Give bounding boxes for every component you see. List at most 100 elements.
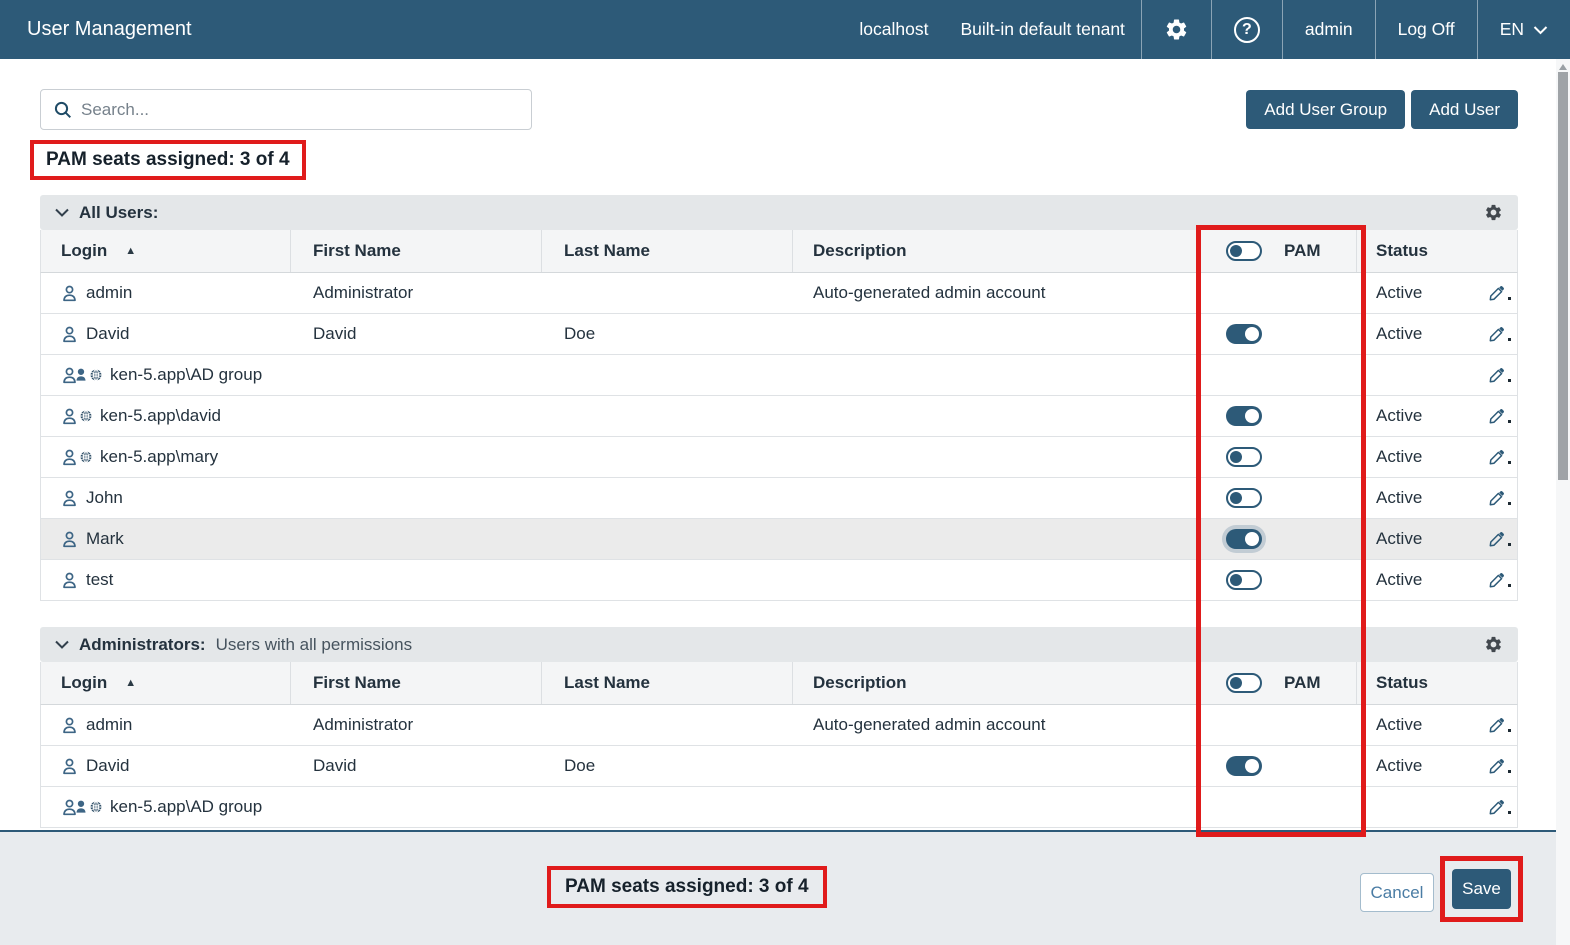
column-header-last-name[interactable]: Last Name — [542, 662, 793, 704]
column-header-description[interactable]: Description — [793, 662, 1199, 704]
section-settings-icon[interactable] — [1484, 635, 1503, 654]
user-icon — [61, 326, 78, 343]
pam-cell — [1199, 746, 1357, 786]
column-header-description[interactable]: Description — [793, 230, 1199, 272]
pam-cell — [1199, 478, 1357, 518]
edit-icon — [1489, 408, 1505, 424]
search-box — [40, 89, 532, 130]
table-row[interactable]: John Active — [40, 478, 1518, 519]
table-row[interactable]: ken-5.app\mary Active — [40, 437, 1518, 478]
pam-toggle[interactable] — [1226, 570, 1262, 590]
table-row[interactable]: ken-5.app\AD group — [40, 787, 1518, 828]
edit-dot — [1508, 338, 1511, 341]
settings-icon[interactable] — [1141, 0, 1211, 59]
user-icon — [61, 490, 78, 507]
login-text: John — [86, 488, 123, 508]
pam-column-label: PAM — [1284, 241, 1321, 261]
logoff-button[interactable]: Log Off — [1375, 0, 1477, 59]
add-user-button[interactable]: Add User — [1411, 90, 1518, 129]
scrollbar[interactable] — [1556, 59, 1570, 945]
group-globe-icon — [61, 799, 102, 816]
scrollbar-up-arrow-icon[interactable] — [1559, 64, 1567, 70]
scrollbar-thumb[interactable] — [1558, 72, 1568, 480]
description-cell — [793, 478, 1199, 518]
table-row[interactable]: David David Doe Active — [40, 746, 1518, 787]
user-menu-item[interactable]: admin — [1282, 0, 1375, 59]
status-cell: Active — [1357, 314, 1517, 354]
cancel-button[interactable]: Cancel — [1360, 873, 1434, 912]
table-row[interactable]: ken-5.app\AD group — [40, 355, 1518, 396]
table-row[interactable]: ken-5.app\david Active — [40, 396, 1518, 437]
login-cell: test — [41, 560, 291, 600]
edit-button[interactable] — [1489, 490, 1510, 506]
edit-button[interactable] — [1489, 367, 1510, 383]
table-row[interactable]: admin Administrator Auto-generated admin… — [40, 705, 1518, 746]
column-header-last-name[interactable]: Last Name — [542, 230, 793, 272]
section-header-all-users[interactable]: All Users: — [40, 195, 1518, 230]
login-cell: admin — [41, 273, 291, 313]
save-button[interactable]: Save — [1452, 869, 1511, 909]
edit-button[interactable] — [1489, 717, 1510, 733]
table-row[interactable]: Mark Active — [40, 519, 1518, 560]
edit-button[interactable] — [1489, 531, 1510, 547]
column-header-pam: PAM — [1199, 662, 1357, 704]
pam-toggle[interactable] — [1226, 241, 1262, 261]
pam-cell — [1199, 273, 1357, 313]
pam-toggle-knob — [1245, 532, 1259, 546]
description-cell — [793, 396, 1199, 436]
language-selector[interactable]: EN — [1477, 0, 1570, 59]
column-header-login[interactable]: Login▲ — [41, 230, 291, 272]
column-header-status[interactable]: Status — [1357, 662, 1517, 704]
edit-button[interactable] — [1489, 799, 1510, 815]
description-cell — [793, 560, 1199, 600]
login-cell: ken-5.app\david — [41, 396, 291, 436]
edit-button[interactable] — [1489, 449, 1510, 465]
last-name-cell — [542, 787, 793, 827]
column-header-first-name[interactable]: First Name — [291, 662, 542, 704]
column-header-first-name[interactable]: First Name — [291, 230, 542, 272]
status-text: Active — [1376, 283, 1422, 303]
login-text: David — [86, 756, 129, 776]
pam-seats-banner-top: PAM seats assigned: 3 of 4 — [30, 140, 306, 180]
search-input[interactable] — [81, 100, 518, 120]
edit-icon — [1489, 758, 1505, 774]
edit-icon — [1489, 799, 1505, 815]
language-label: EN — [1500, 19, 1524, 40]
user-icon — [61, 758, 78, 775]
table-row[interactable]: test Active — [40, 560, 1518, 601]
pam-toggle-knob — [1245, 409, 1259, 423]
edit-icon — [1489, 490, 1505, 506]
pam-toggle[interactable] — [1226, 406, 1262, 426]
user-management-page: User Management localhost Built-in defau… — [0, 0, 1570, 945]
edit-dot — [1508, 297, 1511, 300]
pam-toggle[interactable] — [1226, 756, 1262, 776]
table-row[interactable]: David David Doe Active — [40, 314, 1518, 355]
description-cell — [793, 519, 1199, 559]
login-cell: ken-5.app\mary — [41, 437, 291, 477]
tenant-label: Built-in default tenant — [945, 19, 1141, 40]
pam-toggle[interactable] — [1226, 529, 1262, 549]
status-text: Active — [1376, 715, 1422, 735]
status-cell: Active — [1357, 478, 1517, 518]
section-settings-icon[interactable] — [1484, 203, 1503, 222]
edit-button[interactable] — [1489, 408, 1510, 424]
edit-button[interactable] — [1489, 285, 1510, 301]
first-name-cell: Administrator — [291, 705, 542, 745]
edit-button[interactable] — [1489, 326, 1510, 342]
add-user-group-button[interactable]: Add User Group — [1246, 90, 1405, 129]
login-cell: David — [41, 746, 291, 786]
pam-toggle[interactable] — [1226, 324, 1262, 344]
first-name-cell: David — [291, 314, 542, 354]
column-header-status[interactable]: Status — [1357, 230, 1517, 272]
pam-toggle[interactable] — [1226, 488, 1262, 508]
section-header-administrators[interactable]: Administrators: Users with all permissio… — [40, 627, 1518, 662]
column-header-login[interactable]: Login▲ — [41, 662, 291, 704]
edit-button[interactable] — [1489, 572, 1510, 588]
help-icon[interactable]: ? — [1211, 0, 1282, 59]
edit-icon — [1489, 531, 1505, 547]
pam-toggle[interactable] — [1226, 673, 1262, 693]
table-header-row: Login▲ First Name Last Name Description … — [40, 230, 1518, 273]
table-row[interactable]: admin Administrator Auto-generated admin… — [40, 273, 1518, 314]
pam-toggle[interactable] — [1226, 447, 1262, 467]
edit-button[interactable] — [1489, 758, 1510, 774]
